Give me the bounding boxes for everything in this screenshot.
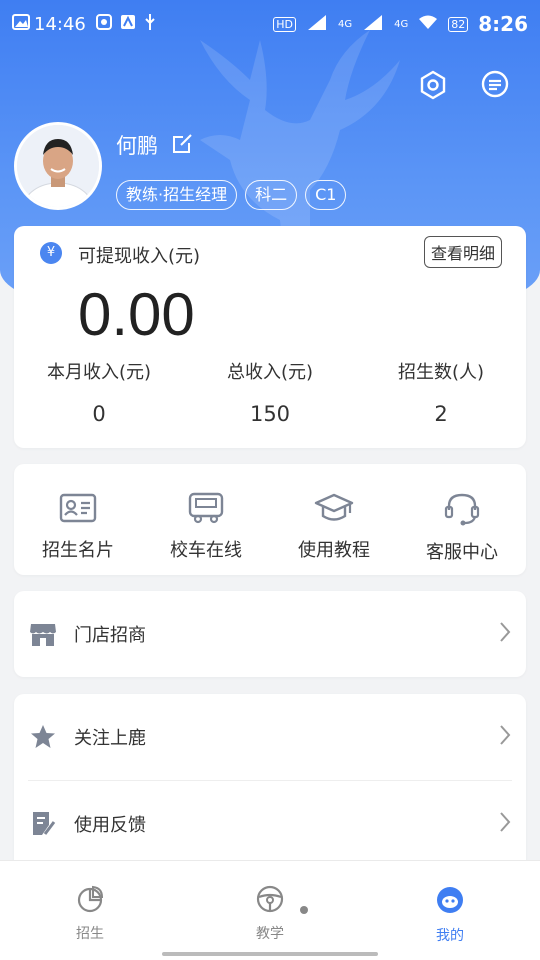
bus-icon [187,492,225,528]
menu-item-follow[interactable]: 关注上鹿 [14,694,526,780]
wifi-icon [418,14,438,35]
tab-recruit[interactable]: 招生 [0,861,180,960]
tab-label: 教学 [256,926,284,942]
tab-teaching[interactable]: 教学 [180,861,360,960]
home-indicator[interactable] [162,952,378,956]
subject-tag: 科二 [245,180,298,210]
menu-item-feedback[interactable]: 使用反馈 [14,781,526,867]
stat-value: 150 [249,402,291,426]
settings-list-card: 关注上鹿 使用反馈 [14,694,526,870]
edit-icon[interactable] [172,132,194,158]
map-notification-icon [120,14,136,35]
status-bar: 14:46 HD 4G 4G 82 8:26 [0,0,540,48]
tab-label: 招生 [76,926,104,942]
message-icon[interactable] [478,68,512,102]
income-card: ¥ 可提现收入(元) 查看明细 0.00 本月收入(元) 0 总收入(元) 15… [14,226,526,448]
signal-icon-2 [362,13,384,36]
service-label: 使用教程 [298,540,370,561]
network-type-b: 4G [394,18,409,30]
stat-monthly-income: 本月收入(元) 0 [14,358,184,426]
stat-value: 2 [434,402,448,426]
yen-icon: ¥ [40,242,62,264]
stat-label: 总收入(元) [226,362,314,383]
menu-label: 关注上鹿 [74,728,146,749]
pie-chart-icon [76,885,104,917]
chevron-right-icon [498,724,512,750]
avatar[interactable] [14,122,102,210]
feedback-icon [28,809,58,839]
mascot-icon [435,885,465,919]
usb-icon [144,13,156,36]
stat-label: 本月收入(元) [46,362,152,383]
chevron-right-icon [498,621,512,647]
graduation-cap-icon [314,492,354,528]
menu-item-store-franchise[interactable]: 门店招商 [14,591,526,677]
service-customer-center[interactable]: 客服中心 [398,464,526,575]
menu-label: 门店招商 [74,625,146,646]
service-label: 客服中心 [426,542,498,563]
store-icon [28,619,58,649]
license-tag: C1 [305,180,347,210]
service-bus-online[interactable]: 校车在线 [142,464,270,575]
service-label: 招生名片 [42,540,114,561]
floating-dot [300,906,308,914]
chevron-right-icon [498,811,512,837]
menu-label: 使用反馈 [74,815,146,836]
view-detail-button[interactable]: 查看明细 [423,236,502,268]
image-notification-icon [12,13,30,35]
services-card: 招生名片 校车在线 使用教程 客服中心 [14,464,526,575]
star-icon [28,722,58,752]
service-tutorial[interactable]: 使用教程 [270,464,398,575]
withdrawable-label: 可提现收入(元) [78,246,201,267]
stat-enrollment-count: 招生数(人) 2 [356,358,526,426]
stat-total-income: 总收入(元) 150 [185,358,355,426]
steering-wheel-icon [256,885,284,917]
app-notification-icon [95,13,112,35]
user-name: 何鹏 [116,134,158,158]
battery-icon: 82 [448,16,469,32]
service-recruit-card[interactable]: 招生名片 [14,464,142,575]
withdrawable-amount: 0.00 [78,281,195,348]
stat-value: 0 [92,402,106,426]
stat-label: 招生数(人) [397,362,485,383]
headset-icon [443,492,481,530]
settings-icon[interactable] [416,68,450,102]
signal-icon [306,13,328,36]
clock: 8:26 [478,12,528,36]
network-type-a: 4G [338,18,353,30]
id-card-icon [59,492,97,528]
tab-mine[interactable]: 我的 [360,861,540,960]
notification-time: 14:46 [34,13,86,35]
store-card: 门店招商 [14,591,526,677]
role-tag: 教练·招生经理 [116,180,238,210]
hd-indicator: HD [273,16,296,32]
bottom-tab-bar: 招生 教学 我的 [0,860,540,960]
tab-label: 我的 [436,928,464,944]
service-label: 校车在线 [170,540,242,561]
